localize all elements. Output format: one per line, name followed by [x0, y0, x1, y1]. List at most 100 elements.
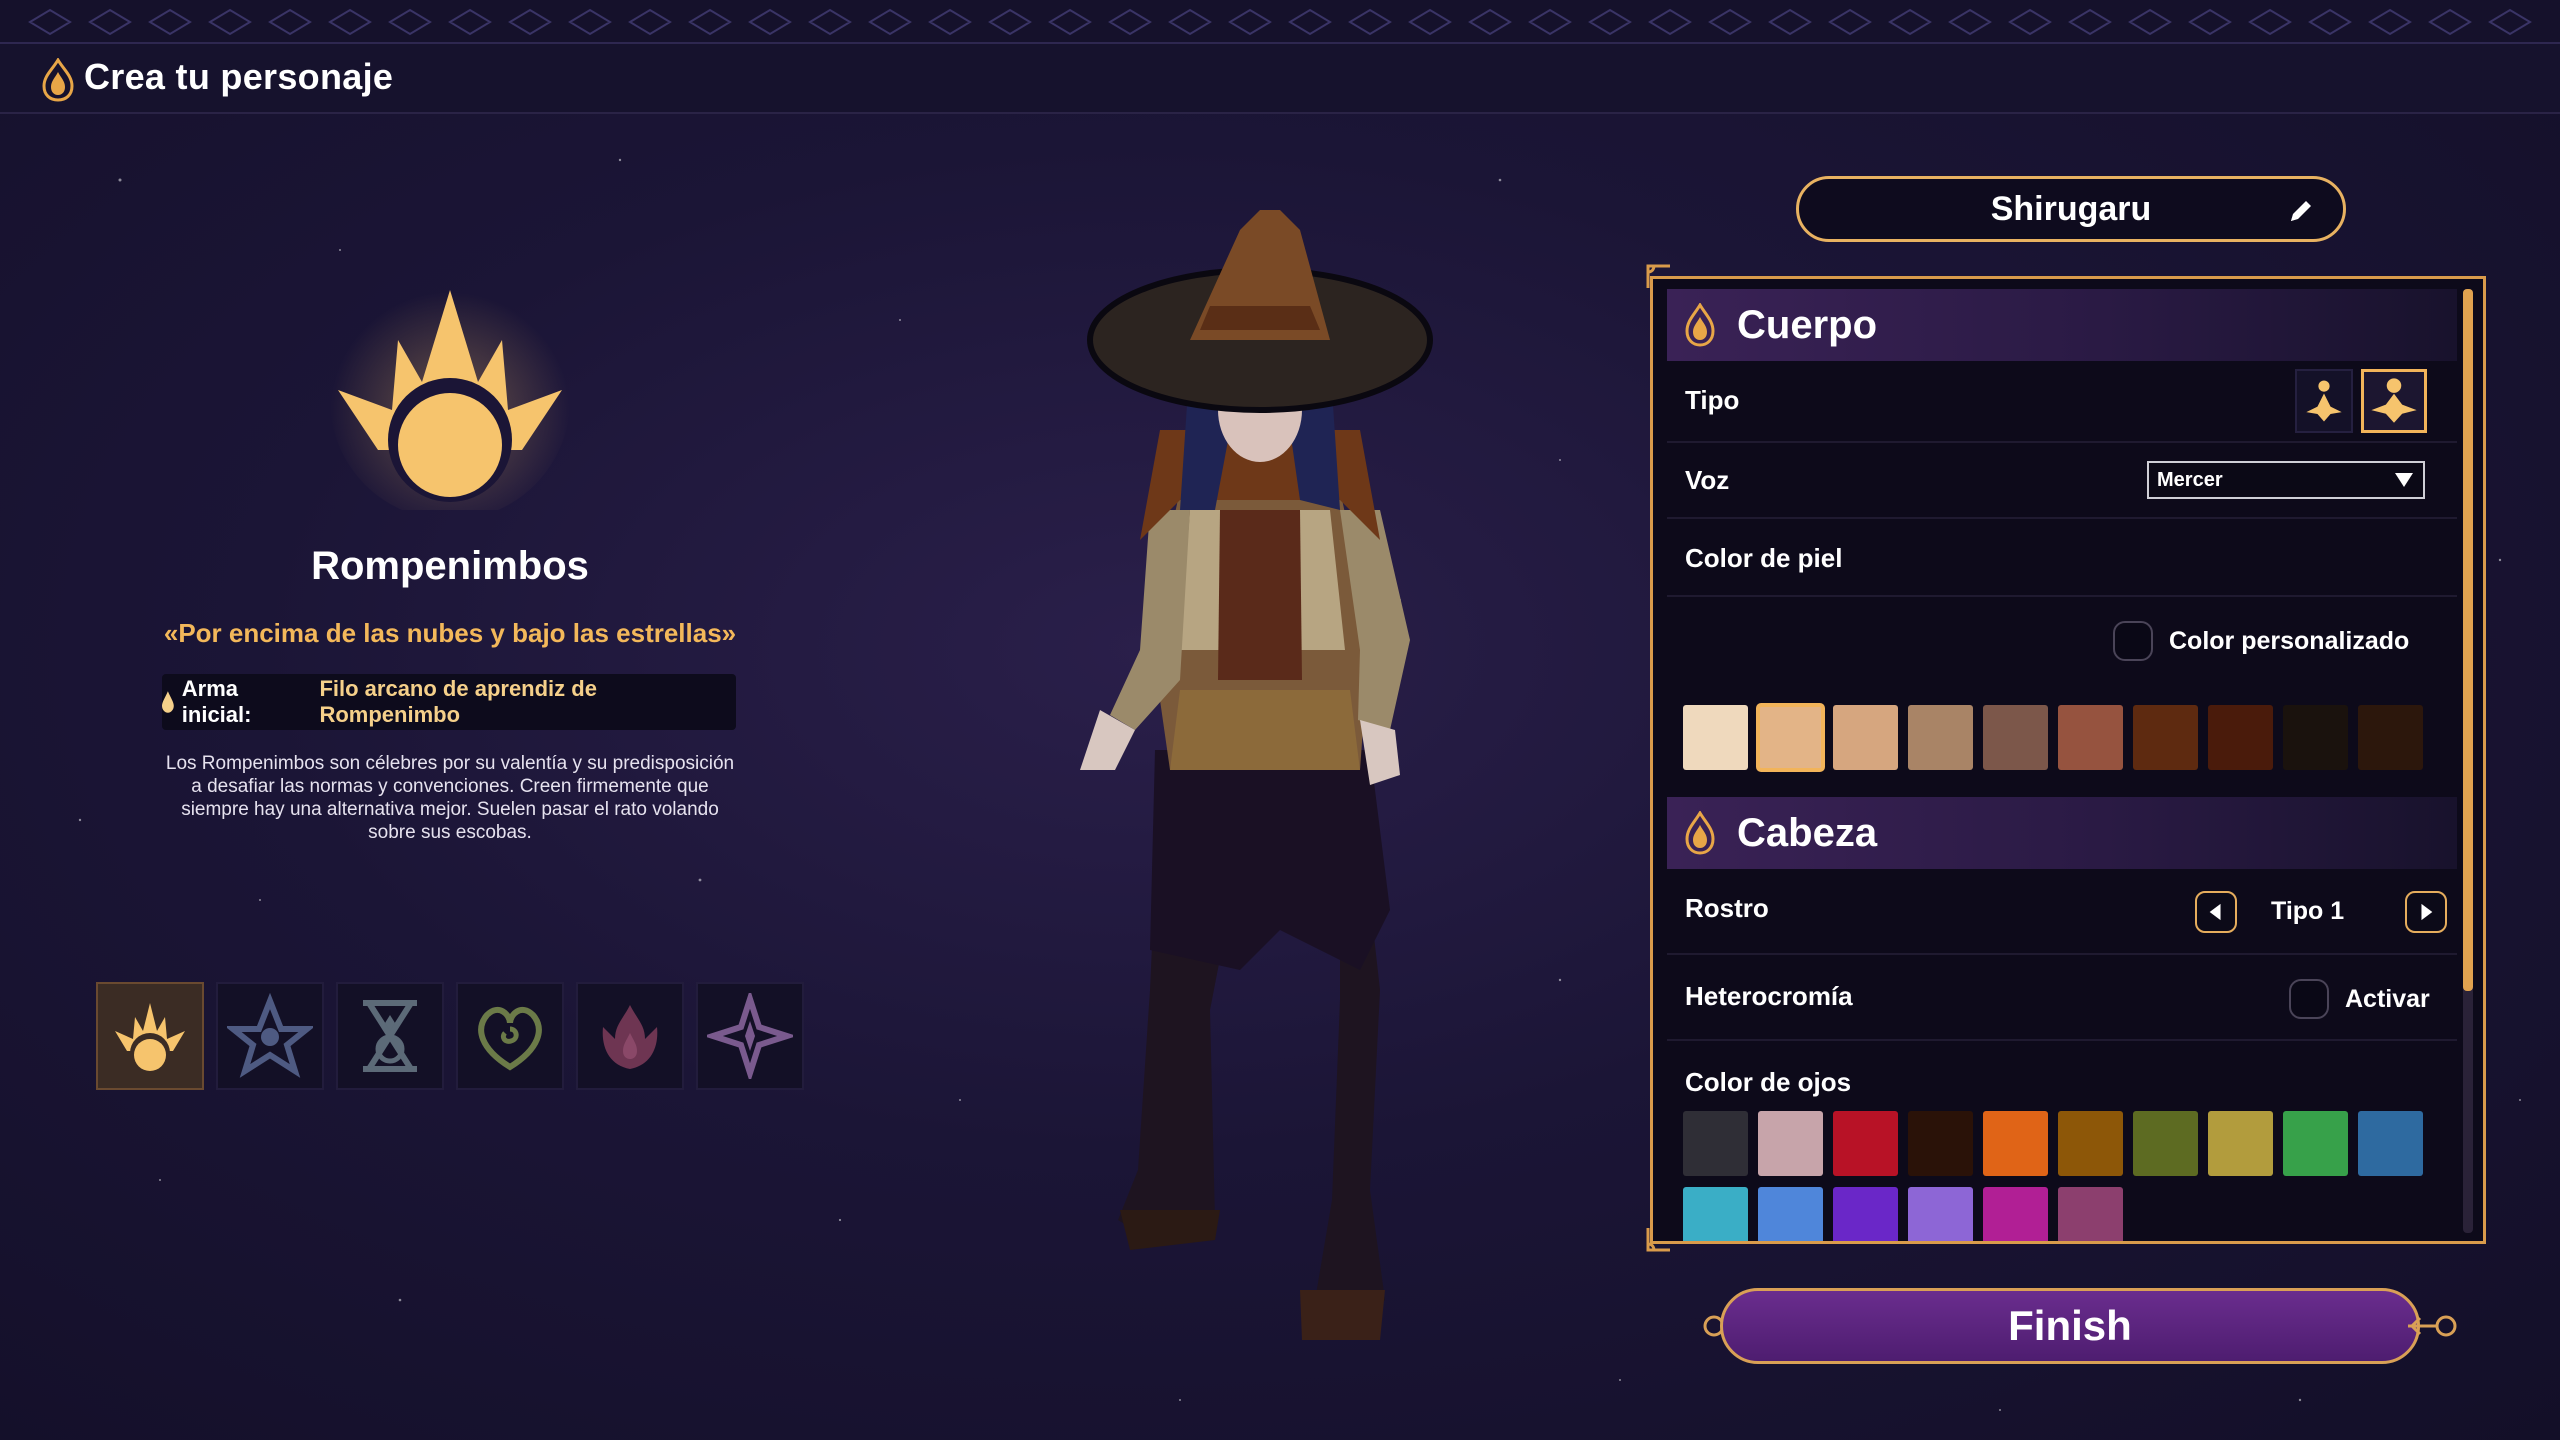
corner-ornament-icon: [1646, 1228, 1670, 1252]
voice-select[interactable]: Mercer: [2147, 461, 2425, 499]
eye-color-swatch[interactable]: [1758, 1111, 1823, 1176]
body-type-row: Tipo: [1667, 361, 2457, 443]
skin-color-swatch[interactable]: [2358, 705, 2423, 770]
diamond-pattern: [28, 8, 2532, 36]
character-model: [1080, 210, 1433, 1340]
body-type-label: Tipo: [1685, 385, 1740, 415]
sun-crown-emblem-icon: [330, 280, 570, 510]
weapon-value: Filo arcano de aprendiz de Rompenimbo: [319, 676, 597, 727]
class-motto: «Por encima de las nubes y bajo las estr…: [163, 618, 737, 648]
section-title-head: Cabeza: [1737, 810, 1878, 855]
face-label: Rostro: [1685, 893, 1769, 923]
class-button-4[interactable]: [456, 982, 564, 1090]
hourglass-eye-icon: [363, 1000, 417, 1072]
skin-color-label: Color de piel: [1685, 543, 1843, 573]
class-description: Los Rompenimbos son célebres por su vale…: [165, 753, 735, 843]
class-button-6[interactable]: [696, 982, 804, 1090]
eye-color-swatches-row2: [1683, 1187, 2123, 1241]
class-name: Rompenimbos: [311, 544, 589, 588]
corner-ornament-icon: [1646, 264, 1670, 288]
heterochromia-row: Heterocromía Activar: [1667, 955, 2457, 1041]
class-button-rompenimbos[interactable]: [96, 982, 204, 1090]
eye-color-swatch[interactable]: [2283, 1111, 2348, 1176]
eye-color-swatch[interactable]: [1983, 1111, 2048, 1176]
skin-color-swatch[interactable]: [1833, 705, 1898, 770]
flame-section-icon: [1685, 811, 1715, 855]
flame-bullet-icon: [162, 691, 174, 713]
voice-label: Voz: [1685, 465, 1730, 495]
eye-color-swatch[interactable]: [2058, 1111, 2123, 1176]
skin-color-swatch[interactable]: [1908, 705, 1973, 770]
four-point-star-icon: [707, 993, 793, 1079]
eye-color-swatch[interactable]: [1908, 1187, 1973, 1241]
skin-color-swatch[interactable]: [2133, 705, 2198, 770]
arrow-right-icon: [2421, 903, 2433, 921]
dropdown-arrow-icon: [2395, 473, 2413, 487]
section-header-body[interactable]: Cuerpo: [1667, 289, 2457, 361]
class-button-5[interactable]: [576, 982, 684, 1090]
starting-weapon-box: Arma inicial: Filo arcano de aprendiz de…: [162, 674, 736, 730]
eye-color-swatch[interactable]: [1683, 1187, 1748, 1241]
voice-select-value: Mercer: [2157, 469, 2223, 491]
voice-row: Voz Mercer: [1667, 443, 2457, 519]
custom-color-label[interactable]: Color personalizado: [2169, 627, 2409, 656]
flame-logo-icon: [42, 58, 74, 102]
skin-color-swatch[interactable]: [2208, 705, 2273, 770]
header-bar: Crea tu personaje: [0, 44, 2560, 114]
eye-color-swatch[interactable]: [2058, 1187, 2123, 1241]
eye-color-swatch[interactable]: [2358, 1111, 2423, 1176]
eye-color-row: Color de ojos: [1667, 1041, 2457, 1121]
section-title-body: Cuerpo: [1737, 302, 1877, 347]
pencil-edit-icon[interactable]: [2287, 197, 2315, 225]
skin-color-swatch[interactable]: [1683, 705, 1748, 770]
eye-color-swatch[interactable]: [2133, 1111, 2198, 1176]
heterochromia-checkbox[interactable]: [2289, 979, 2329, 1019]
skin-color-swatch[interactable]: [1983, 705, 2048, 770]
sun-crown-icon: [115, 1003, 185, 1073]
eye-color-swatch[interactable]: [1758, 1187, 1823, 1241]
flame-section-icon: [1685, 303, 1715, 347]
body-type-1-button[interactable]: [2295, 369, 2353, 433]
star-figure-icon: [227, 993, 313, 1078]
class-selector: [96, 982, 804, 1090]
skin-color-swatch[interactable]: [2058, 705, 2123, 770]
section-header-head[interactable]: Cabeza: [1667, 797, 2457, 869]
custom-color-checkbox[interactable]: [2113, 621, 2153, 661]
spiral-heart-icon: [478, 1007, 542, 1071]
top-ornament-band: [0, 0, 2560, 44]
class-button-2[interactable]: [216, 982, 324, 1090]
weapon-label: Arma inicial:: [181, 676, 252, 727]
eye-color-swatch[interactable]: [1983, 1187, 2048, 1241]
eye-color-swatch[interactable]: [1908, 1111, 1973, 1176]
skin-color-swatches: [1683, 703, 2423, 772]
eye-color-swatches-row1: [1683, 1111, 2423, 1176]
finish-button[interactable]: Finish: [1720, 1288, 2420, 1364]
lotus-flame-icon: [602, 1005, 658, 1069]
skin-color-swatch[interactable]: [2283, 705, 2348, 770]
heterochromia-toggle-label[interactable]: Activar: [2345, 985, 2430, 1014]
page-title: Crea tu personaje: [84, 56, 394, 97]
body-type-2-icon: [2371, 378, 2417, 423]
skin-color-swatch[interactable]: [1756, 703, 1825, 772]
face-prev-button[interactable]: [2195, 891, 2237, 933]
class-button-3[interactable]: [336, 982, 444, 1090]
customization-panel: Cuerpo Tipo Voz Mercer Color de piel Col…: [1650, 276, 2486, 1244]
face-next-button[interactable]: [2405, 891, 2447, 933]
eye-color-swatch[interactable]: [2208, 1111, 2273, 1176]
heterochromia-label: Heterocromía: [1685, 981, 1853, 1011]
character-name-text: Shirugaru: [1990, 189, 2152, 228]
eye-color-swatch[interactable]: [1833, 1187, 1898, 1241]
scrollbar-thumb[interactable]: [2463, 289, 2473, 991]
finish-right-ornament-icon: [2408, 1315, 2457, 1337]
face-row: Rostro Tipo 1: [1667, 869, 2457, 955]
body-type-1-icon: [2306, 380, 2342, 422]
body-type-2-button[interactable]: [2361, 369, 2427, 433]
eye-color-swatch[interactable]: [1833, 1111, 1898, 1176]
skin-color-row: Color de piel: [1667, 519, 2457, 597]
arrow-left-icon: [2209, 903, 2221, 921]
eye-color-swatch[interactable]: [1683, 1111, 1748, 1176]
eye-color-label: Color de ojos: [1685, 1067, 1852, 1097]
face-value: Tipo 1: [2271, 897, 2345, 925]
character-name-field[interactable]: Shirugaru: [1796, 176, 2346, 242]
finish-button-label: Finish: [2008, 1302, 2132, 1349]
